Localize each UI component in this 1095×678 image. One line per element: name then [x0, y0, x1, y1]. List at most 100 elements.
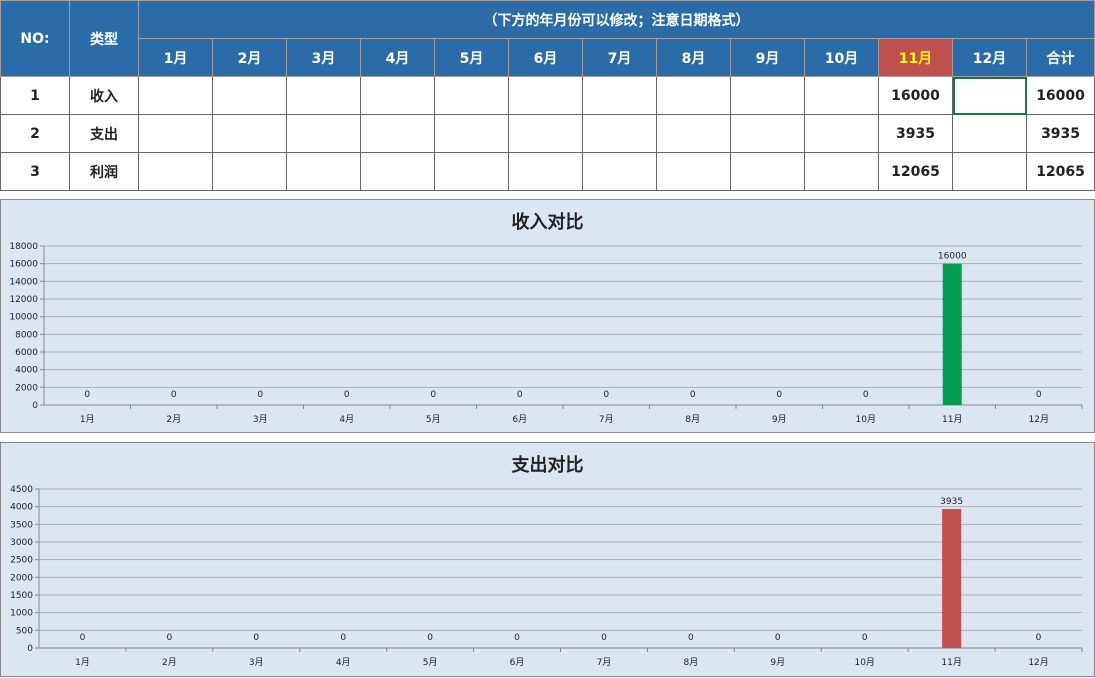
data-label: 0	[514, 633, 520, 643]
value-cell[interactable]: 3935	[878, 114, 953, 153]
value-cell[interactable]	[730, 76, 805, 115]
value-cell[interactable]	[138, 152, 213, 191]
data-label: 0	[257, 390, 263, 400]
month-header[interactable]: 11月	[878, 38, 953, 77]
x-tick-label: 11月	[941, 657, 961, 668]
value-cell[interactable]	[508, 152, 583, 191]
y-tick-label: 2000	[15, 383, 38, 393]
y-tick-label: 2500	[10, 556, 33, 566]
month-header[interactable]: 9月	[730, 38, 805, 77]
value-cell[interactable]: 12065	[878, 152, 953, 191]
type-cell[interactable]: 利润	[69, 152, 139, 191]
expense-chart-plot: 0 500 1000 1500 2000 2500 3000 3500 4000 4500 1月 0 2…	[10, 485, 1083, 668]
value-cell[interactable]	[804, 76, 879, 115]
bar	[942, 263, 962, 405]
value-cell[interactable]	[656, 152, 731, 191]
row-number-cell[interactable]: 1	[0, 76, 70, 115]
data-label: 16000	[938, 252, 967, 262]
month-header[interactable]: 8月	[656, 38, 731, 77]
value-cell[interactable]	[212, 152, 287, 191]
row-number-cell[interactable]: 3	[0, 152, 70, 191]
value-cell[interactable]: 16000	[878, 76, 953, 115]
value-cell[interactable]	[656, 114, 731, 153]
type-cell[interactable]: 支出	[69, 114, 139, 153]
month-header[interactable]: 10月	[804, 38, 879, 77]
data-label: 0	[340, 633, 346, 643]
y-tick-label: 3000	[10, 538, 33, 548]
value-cell[interactable]	[582, 76, 657, 115]
data-label: 0	[517, 390, 523, 400]
value-cell[interactable]	[508, 114, 583, 153]
y-tick-label: 8000	[15, 330, 38, 340]
month-header[interactable]: 3月	[286, 38, 361, 77]
month-header[interactable]: 4月	[360, 38, 435, 77]
x-tick-label: 10月	[854, 657, 874, 668]
income-chart[interactable]: 收入对比 0 2000 4000 6000 8000 10000 12000 14000 160…	[0, 199, 1095, 433]
value-cell[interactable]	[360, 76, 435, 115]
total-cell[interactable]: 16000	[1025, 76, 1095, 115]
no-header: NO:	[0, 0, 70, 77]
data-label: 0	[688, 633, 694, 643]
value-cell[interactable]	[138, 76, 213, 115]
value-cell[interactable]	[360, 114, 435, 153]
y-tick-label: 1000	[10, 609, 33, 619]
month-header[interactable]: 1月	[138, 38, 213, 77]
value-cell[interactable]	[286, 152, 361, 191]
month-header[interactable]: 12月	[952, 38, 1027, 77]
x-tick-label: 9月	[772, 414, 787, 425]
y-tick-label: 2000	[10, 573, 33, 583]
y-tick-label: 6000	[15, 348, 38, 358]
value-cell[interactable]	[508, 76, 583, 115]
value-cell[interactable]	[434, 114, 509, 153]
value-cell[interactable]	[952, 76, 1027, 115]
value-cell[interactable]	[360, 152, 435, 191]
data-label: 0	[80, 633, 86, 643]
value-cell[interactable]	[656, 76, 731, 115]
data-label: 0	[862, 633, 868, 643]
value-cell[interactable]	[286, 114, 361, 153]
y-tick-label: 4000	[15, 366, 38, 376]
x-tick-label: 4月	[339, 414, 354, 425]
value-cell[interactable]	[952, 114, 1027, 153]
value-cell[interactable]	[730, 114, 805, 153]
value-cell[interactable]	[212, 76, 287, 115]
x-tick-label: 5月	[423, 657, 438, 668]
value-cell[interactable]	[434, 152, 509, 191]
month-header[interactable]: 5月	[434, 38, 509, 77]
x-tick-label: 9月	[770, 657, 785, 668]
data-label: 0	[863, 390, 869, 400]
value-cell[interactable]	[952, 152, 1027, 191]
data-label: 0	[430, 390, 436, 400]
data-label: 0	[427, 633, 433, 643]
value-cell[interactable]	[286, 76, 361, 115]
table-row: 3 利润 12065 12065	[0, 152, 1095, 191]
month-header[interactable]: 7月	[582, 38, 657, 77]
total-cell[interactable]: 3935	[1025, 114, 1095, 153]
value-cell[interactable]	[212, 114, 287, 153]
data-label: 0	[601, 633, 607, 643]
value-cell[interactable]	[804, 152, 879, 191]
month-header[interactable]: 2月	[212, 38, 287, 77]
summary-table: NO: 类型 （下方的年月份可以修改；注意日期格式） 1月 2月 3月 4月 5月 6月 7…	[0, 0, 1095, 191]
value-cell[interactable]	[582, 114, 657, 153]
table-row: 1 收入 16000 16000	[0, 76, 1095, 115]
value-cell[interactable]	[434, 76, 509, 115]
total-cell[interactable]: 12065	[1025, 152, 1095, 191]
expense-chart[interactable]: 支出对比 0 500 1000 1500 2000 2500 3000 3500 4000 450…	[0, 442, 1095, 677]
type-cell[interactable]: 收入	[69, 76, 139, 115]
x-tick-label: 4月	[336, 657, 351, 668]
row-number-cell[interactable]: 2	[0, 114, 70, 153]
value-cell[interactable]	[582, 152, 657, 191]
value-cell[interactable]	[138, 114, 213, 153]
income-chart-plot: 0 2000 4000 6000 8000 10000 12000 14000 16000 180…	[9, 242, 1083, 425]
y-tick-label: 4000	[10, 503, 33, 513]
value-cell[interactable]	[804, 114, 879, 153]
month-header[interactable]: 6月	[508, 38, 583, 77]
x-tick-label: 5月	[426, 414, 441, 425]
y-tick-label: 0	[32, 401, 38, 411]
data-label: 0	[690, 390, 696, 400]
y-tick-label: 1500	[10, 591, 33, 601]
data-label: 0	[775, 633, 781, 643]
value-cell[interactable]	[730, 152, 805, 191]
x-tick-label: 1月	[80, 414, 95, 425]
